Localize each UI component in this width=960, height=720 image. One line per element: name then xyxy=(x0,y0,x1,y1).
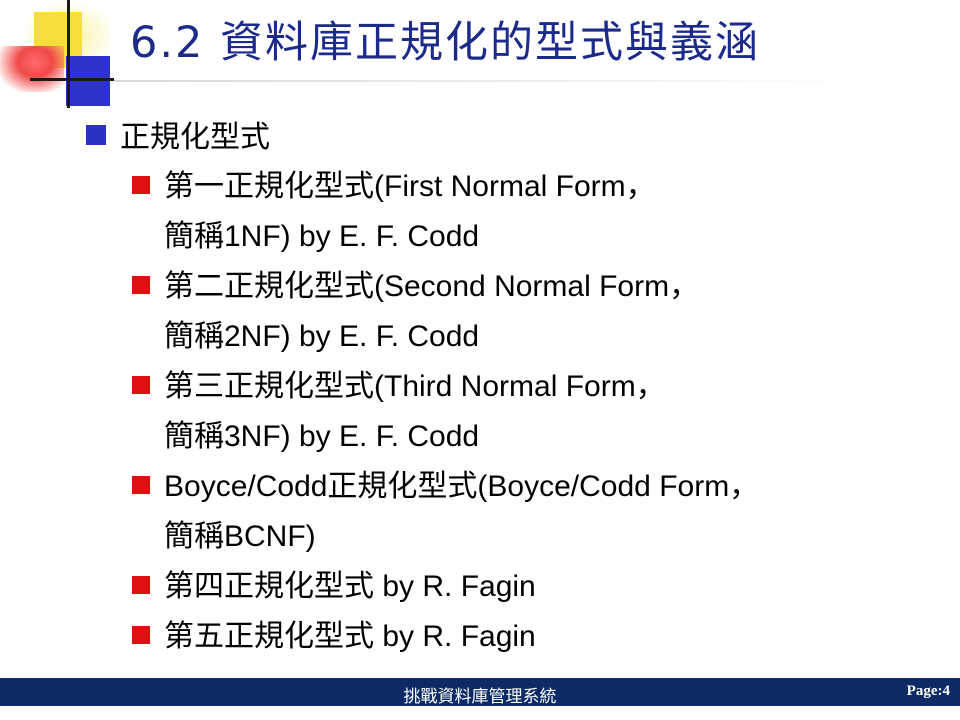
page-number: Page:4 xyxy=(906,683,950,699)
list-item-line2: 簡稱1NF) by E. F. Codd xyxy=(164,220,480,253)
list-item: 第四正規化型式 by R. Fagin xyxy=(132,562,759,612)
list-item-line2: 簡稱2NF) by E. F. Codd xyxy=(164,320,480,353)
list-item-line1: 第三正規化型式(Third Normal Form， xyxy=(164,370,666,403)
footer-book-title: 挑戰資料庫管理系統 xyxy=(403,687,557,707)
list-item-line1: 第一正規化型式(First Normal Form， xyxy=(164,170,656,203)
corner-blue-square xyxy=(66,56,110,106)
list-item: 第一正規化型式(First Normal Form， 簡稱1NF) by E. … xyxy=(132,162,759,262)
red-square-bullet-icon xyxy=(132,376,150,394)
normal-forms-list: 第一正規化型式(First Normal Form， 簡稱1NF) by E. … xyxy=(132,162,759,662)
list-item: 第五正規化型式 by R. Fagin xyxy=(132,612,759,662)
red-square-bullet-icon xyxy=(132,626,150,644)
level1-item: 正規化型式 xyxy=(86,112,270,156)
list-item: 第二正規化型式(Second Normal Form， 簡稱2NF) by E.… xyxy=(132,262,759,362)
footer-bar: 挑戰資料庫管理系統 Page:4 xyxy=(0,678,960,707)
red-square-bullet-icon xyxy=(132,276,150,294)
list-item-line1: Boyce/Codd正規化型式(Boyce/Codd Form， xyxy=(164,470,760,503)
slide-title: 6.2 資料庫正規化的型式與義涵 xyxy=(130,18,761,68)
level1-label: 正規化型式 xyxy=(120,121,270,154)
list-item-line2: 簡稱BCNF) xyxy=(164,520,316,553)
list-item: 第三正規化型式(Third Normal Form， 簡稱3NF) by E. … xyxy=(132,362,759,462)
list-item-line1: 第四正規化型式 by R. Fagin xyxy=(164,570,536,603)
blue-square-bullet-icon xyxy=(86,125,106,145)
list-item-line1: 第五正規化型式 by R. Fagin xyxy=(164,620,536,653)
red-square-bullet-icon xyxy=(132,576,150,594)
list-item-line1: 第二正規化型式(Second Normal Form， xyxy=(164,270,700,303)
title-underline xyxy=(114,80,860,82)
red-square-bullet-icon xyxy=(132,176,150,194)
corner-red-square xyxy=(0,46,64,92)
corner-horizontal-line xyxy=(30,78,114,81)
list-item-line2: 簡稱3NF) by E. F. Codd xyxy=(164,420,480,453)
corner-vertical-line xyxy=(67,0,70,108)
list-item: Boyce/Codd正規化型式(Boyce/Codd Form， 簡稱BCNF) xyxy=(132,462,759,562)
red-square-bullet-icon xyxy=(132,476,150,494)
